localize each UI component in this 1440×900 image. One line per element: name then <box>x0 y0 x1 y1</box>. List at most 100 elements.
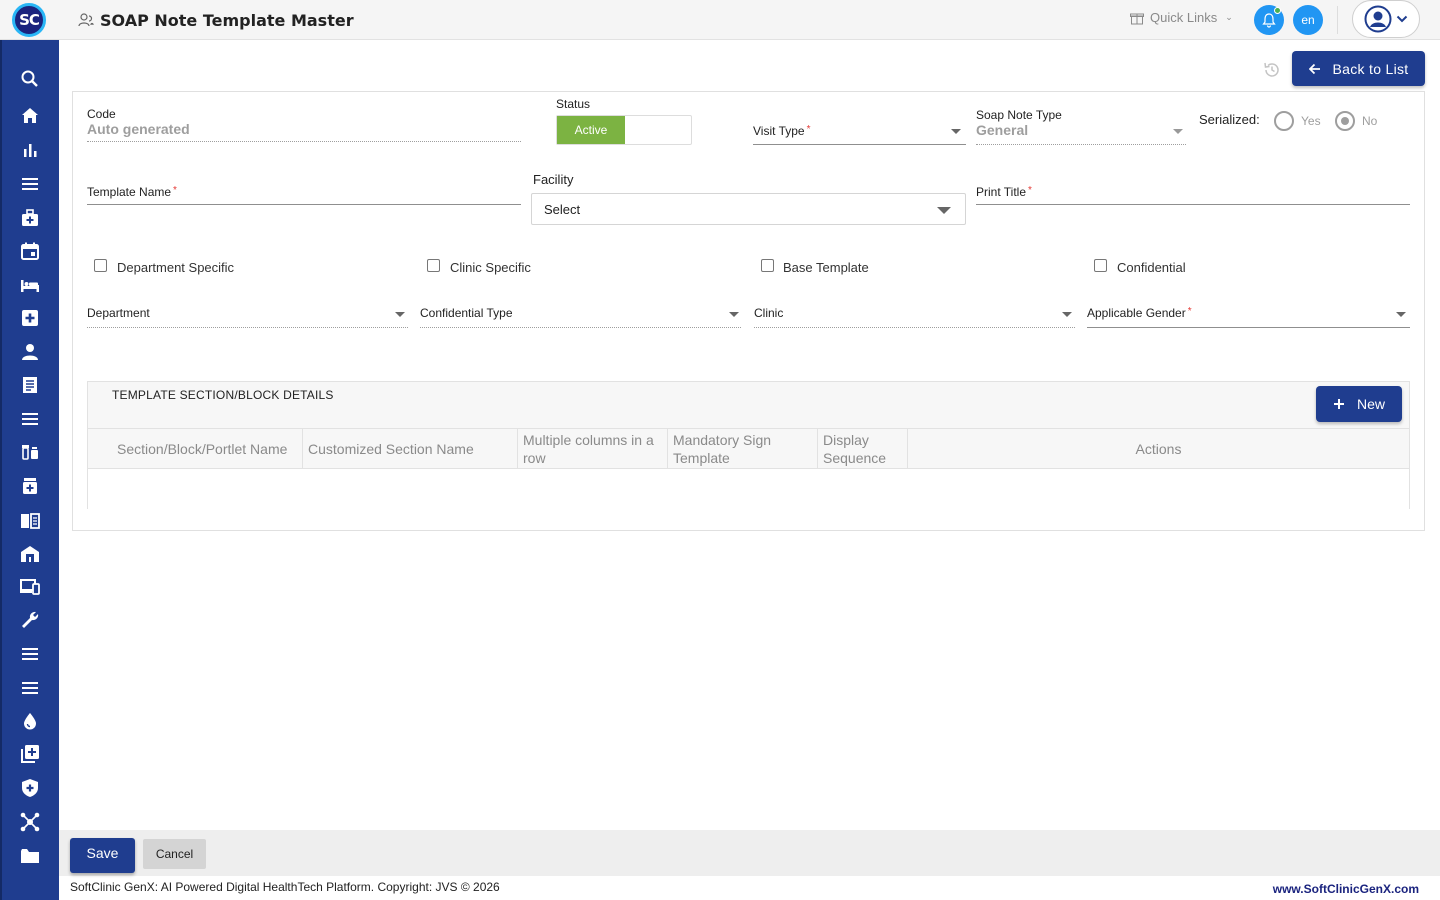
template-name-input[interactable] <box>87 204 521 205</box>
plus-icon <box>1333 399 1344 409</box>
notification-dot <box>1274 7 1281 14</box>
profile-menu[interactable] <box>1352 0 1420 38</box>
col-customized-name[interactable]: Customized Section Name <box>303 429 518 469</box>
new-section-label: New <box>1356 396 1385 412</box>
sidebar-item-add-box[interactable] <box>19 743 41 765</box>
clinic-select[interactable] <box>754 327 1075 328</box>
sidebar <box>0 40 59 900</box>
clinic-caret-icon[interactable] <box>1062 312 1072 317</box>
sidebar-item-menu[interactable] <box>19 173 41 195</box>
sidebar-item-first-aid[interactable] <box>19 307 41 329</box>
confidential-type-caret-icon[interactable] <box>729 312 739 317</box>
applicable-gender-label: Applicable Gender * <box>1087 306 1192 320</box>
sidebar-item-person[interactable] <box>19 341 41 363</box>
sidebar-item-bar-chart[interactable] <box>19 139 41 161</box>
status-active-option[interactable]: Active <box>557 116 625 144</box>
sidebar-item-document-list[interactable] <box>19 374 41 396</box>
serialized-yes-radio[interactable] <box>1274 111 1294 131</box>
sidebar-item-medication[interactable] <box>19 441 41 463</box>
department-select[interactable] <box>87 327 408 328</box>
sidebar-item-pharmacy[interactable] <box>19 475 41 497</box>
sidebar-item-menu[interactable] <box>19 408 41 430</box>
sidebar-item-network[interactable] <box>19 811 41 833</box>
language-button[interactable]: en <box>1293 5 1323 35</box>
bell-icon <box>1262 12 1276 28</box>
applicable-gender-caret-icon[interactable] <box>1396 312 1406 317</box>
sidebar-item-wrench[interactable] <box>19 609 41 631</box>
pharmacy-icon <box>23 478 37 494</box>
facility-caret-icon <box>937 207 951 214</box>
base-template-checkbox[interactable] <box>761 259 774 272</box>
bar-chart-icon <box>24 144 37 157</box>
col-display-sequence[interactable]: Display Sequence <box>818 429 908 469</box>
confidential-type-select[interactable] <box>420 327 741 328</box>
copyright-text: SoftClinic GenX: AI Powered Digital Heal… <box>70 880 500 894</box>
arrow-left-icon <box>1308 63 1320 74</box>
soap-note-type-label: Soap Note Type <box>976 108 1062 122</box>
notifications-button[interactable] <box>1254 5 1284 35</box>
folder-icon <box>21 849 39 863</box>
sidebar-item-folder[interactable] <box>19 845 41 867</box>
col-actions: Actions <box>1135 441 1182 457</box>
soap-note-type-value[interactable]: General <box>976 122 1028 138</box>
website-link[interactable]: www.SoftClinicGenX.com <box>1273 882 1419 896</box>
status-toggle[interactable]: Active <box>556 115 692 145</box>
print-title-input[interactable] <box>976 204 1410 205</box>
clinic-specific-checkbox[interactable] <box>427 259 440 272</box>
home-icon <box>22 108 38 123</box>
header-divider <box>1337 6 1338 34</box>
department-caret-icon[interactable] <box>395 312 405 317</box>
person-icon <box>22 344 38 360</box>
col-multiple-columns[interactable]: Multiple columns in a row <box>518 429 668 469</box>
print-title-label: Print Title * <box>976 185 1032 199</box>
clinic-label: Clinic <box>754 306 784 320</box>
confidential-checkbox[interactable] <box>1094 259 1107 272</box>
clinic-specific-label: Clinic Specific <box>450 260 531 275</box>
serialized-no-radio[interactable] <box>1335 111 1355 131</box>
visit-type-caret-icon[interactable] <box>951 129 961 134</box>
cancel-button[interactable]: Cancel <box>143 839 206 869</box>
sidebar-item-building[interactable] <box>19 543 41 565</box>
sidebar-item-search[interactable] <box>19 68 41 90</box>
sidebar-item-calendar[interactable] <box>19 240 41 262</box>
serialized-no-label: No <box>1362 114 1378 128</box>
soap-note-type-caret-icon[interactable] <box>1173 129 1183 134</box>
applicable-gender-label-text: Applicable Gender <box>1087 306 1186 320</box>
department-specific-label: Department Specific <box>117 260 235 275</box>
facility-select[interactable]: Select <box>531 193 966 225</box>
quick-links-menu[interactable]: Quick Links ⌄ <box>1130 10 1233 25</box>
serialized-yes-label: Yes <box>1301 114 1321 128</box>
wrench-icon <box>22 611 39 628</box>
history-icon[interactable] <box>1262 60 1282 80</box>
grid-header: Section/Block/Portlet Name Customized Se… <box>88 429 1409 469</box>
main-content: Back to List Code Auto generated Status … <box>59 40 1440 830</box>
network-icon <box>20 812 40 832</box>
new-section-button[interactable]: New <box>1316 386 1402 422</box>
template-name-label-text: Template Name <box>87 185 172 199</box>
drop-icon <box>24 713 36 730</box>
col-section-name[interactable]: Section/Block/Portlet Name <box>88 429 303 469</box>
sidebar-item-home[interactable] <box>19 105 41 127</box>
app-logo[interactable]: SC <box>12 3 46 37</box>
sidebar-item-drop[interactable] <box>19 710 41 732</box>
sidebar-item-menu[interactable] <box>19 677 41 699</box>
section-grid: Section/Block/Portlet Name Customized Se… <box>88 428 1409 509</box>
status-label: Status <box>556 97 591 111</box>
sidebar-item-bed[interactable] <box>19 274 41 296</box>
quick-links-label: Quick Links <box>1150 10 1218 25</box>
sidebar-item-medical-bag[interactable] <box>19 207 41 229</box>
department-specific-checkbox[interactable] <box>94 259 107 272</box>
sidebar-item-devices[interactable] <box>19 576 41 598</box>
sidebar-item-shield[interactable] <box>19 777 41 799</box>
sidebar-item-menu[interactable] <box>19 643 41 665</box>
col-mandatory-sign[interactable]: Mandatory Sign Template <box>668 429 818 469</box>
first-aid-icon <box>22 310 38 326</box>
medical-bag-icon <box>22 209 38 226</box>
save-button[interactable]: Save <box>70 838 135 873</box>
required-asterisk: * <box>173 185 177 196</box>
applicable-gender-select[interactable] <box>1087 327 1410 328</box>
visit-type-select[interactable] <box>753 144 966 145</box>
template-name-label: Template Name * <box>87 185 177 199</box>
back-to-list-button[interactable]: Back to List <box>1292 51 1425 86</box>
sidebar-item-book[interactable] <box>19 509 41 531</box>
